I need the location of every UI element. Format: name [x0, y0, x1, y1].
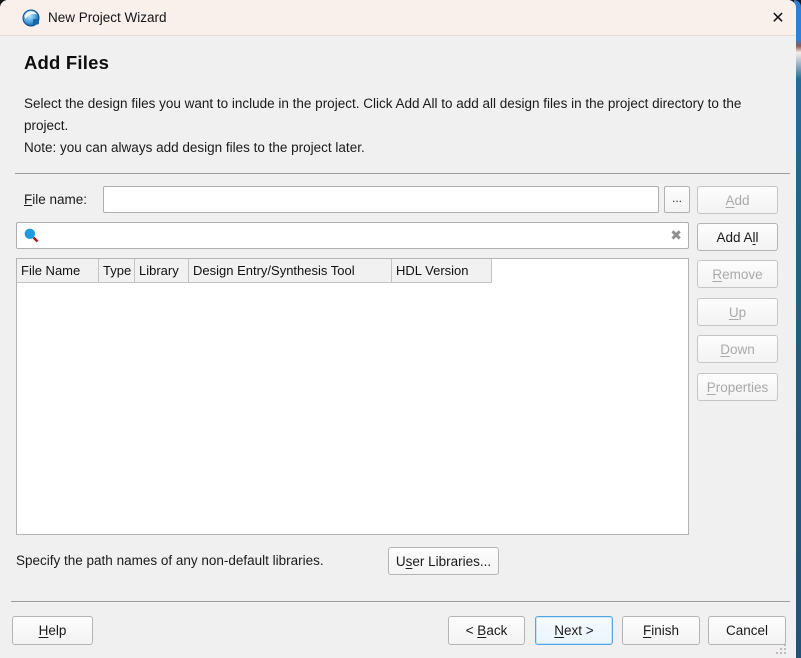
help-button[interactable]: Help [12, 616, 93, 645]
page-note: Note: you can always add design files to… [24, 140, 764, 155]
new-project-wizard-dialog: New Project Wizard ✕ Add Files Select th… [0, 0, 796, 658]
column-header-type[interactable]: Type [99, 259, 135, 283]
close-icon[interactable]: ✕ [766, 6, 790, 30]
files-table[interactable]: File Name Type Library Design Entry/Synt… [16, 258, 689, 535]
column-header-hdl-version[interactable]: HDL Version [392, 259, 492, 283]
remove-button[interactable]: Remove [697, 260, 778, 288]
properties-button[interactable]: Properties [697, 373, 778, 401]
back-button[interactable]: < Back [448, 616, 525, 645]
column-header-library[interactable]: Library [135, 259, 189, 283]
separator-bottom [11, 601, 790, 602]
resize-grip[interactable] [774, 642, 787, 655]
add-button[interactable]: Add [697, 186, 778, 214]
title-bar: New Project Wizard ✕ [0, 0, 796, 36]
column-header-file-name[interactable]: File Name [17, 259, 99, 283]
quartus-logo-icon [22, 9, 40, 27]
finish-button[interactable]: Finish [622, 616, 700, 645]
wizard-page-add-files: Add Files Select the design files you wa… [0, 36, 796, 658]
clear-search-icon[interactable]: ✖ [670, 222, 682, 249]
window-title: New Project Wizard [48, 0, 167, 36]
page-title: Add Files [24, 52, 109, 74]
files-table-body-empty[interactable] [17, 283, 688, 535]
add-all-button[interactable]: Add All [697, 223, 778, 251]
search-input[interactable] [16, 222, 689, 249]
files-table-header: File Name Type Library Design Entry/Synt… [17, 259, 688, 283]
down-button[interactable]: Down [697, 335, 778, 363]
cancel-button[interactable]: Cancel [708, 616, 786, 645]
file-name-input[interactable] [103, 186, 659, 213]
user-libraries-button[interactable]: User Libraries... [388, 547, 499, 575]
column-header-design-entry-synthesis-tool[interactable]: Design Entry/Synthesis Tool [189, 259, 392, 283]
file-name-label: File name: [24, 186, 87, 213]
file-filter-search: ✖ [16, 222, 689, 249]
browse-button[interactable]: ... [664, 186, 690, 213]
up-button[interactable]: Up [697, 298, 778, 326]
user-libraries-text: Specify the path names of any non-defaul… [16, 547, 324, 575]
separator-top [15, 173, 790, 174]
page-description: Select the design files you want to incl… [24, 93, 764, 137]
next-button[interactable]: Next > [535, 616, 613, 645]
